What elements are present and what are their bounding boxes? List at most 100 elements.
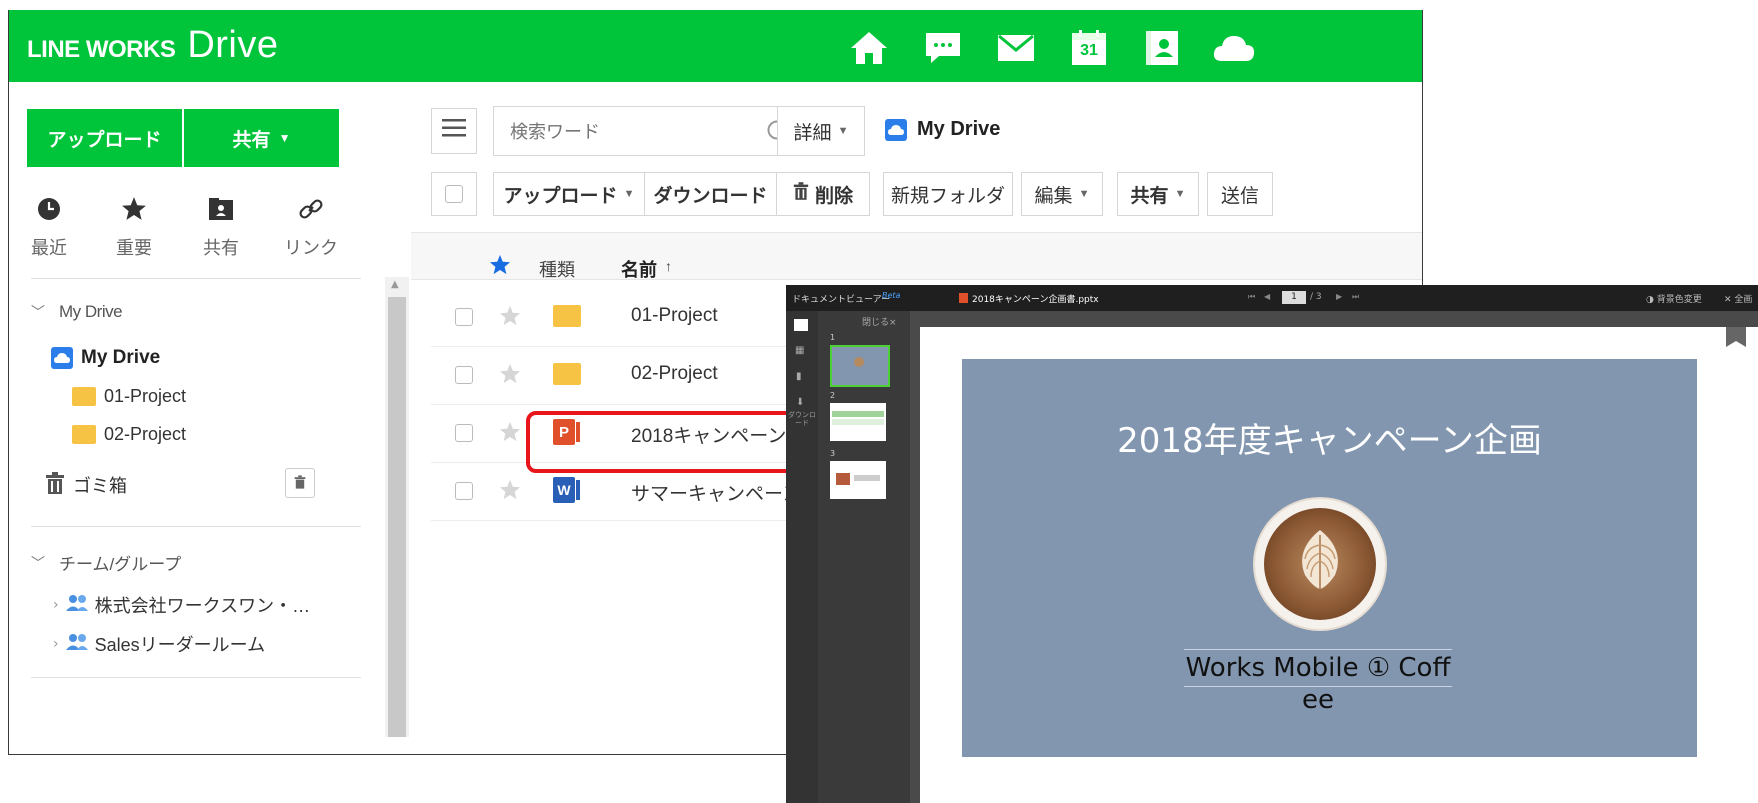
file-name[interactable]: 01-Project <box>631 305 718 327</box>
folder-icon <box>72 425 96 444</box>
page-input[interactable]: 1 <box>1282 291 1306 304</box>
mail-icon[interactable] <box>994 28 1038 68</box>
slide-thumbnail[interactable] <box>830 461 886 499</box>
file-name[interactable]: サマーキャンペーン <box>631 479 801 506</box>
thumb-table <box>832 411 884 417</box>
quick-recent[interactable]: 最近 <box>9 190 89 260</box>
sidebar-item-my-drive[interactable]: My Drive <box>51 347 160 369</box>
column-type[interactable]: 種類 <box>539 256 575 282</box>
app-logo[interactable]: LINE WORKS Drive <box>27 24 279 67</box>
slide-page: 2018年度キャンペーン企画 Works Mobile ① Coff ee <box>920 327 1758 803</box>
thumbnail-view-icon[interactable] <box>794 319 808 331</box>
star-icon[interactable] <box>499 363 521 389</box>
quick-link-label: リンク <box>284 238 338 258</box>
sidebar-scrollbar[interactable]: ▲ <box>385 277 409 737</box>
chevron-down-icon: ▼ <box>623 188 635 200</box>
sidebar-item-folder[interactable]: 01-Project <box>72 386 186 407</box>
calendar-icon[interactable]: 31 <box>1067 28 1111 68</box>
download-icon[interactable]: ⬇ <box>796 397 804 408</box>
breadcrumb-label: My Drive <box>917 118 1001 140</box>
viewer-beta: Beta <box>882 291 901 300</box>
sidebar-upload-button[interactable]: アップロード <box>27 109 182 167</box>
slide-thumbnail[interactable] <box>830 403 886 441</box>
folder-label: 02-Project <box>104 424 187 444</box>
bookmark-ribbon-icon[interactable] <box>1726 327 1746 347</box>
fullscreen-button[interactable]: ✕ 全画 <box>1724 292 1752 305</box>
column-name[interactable]: 名前 <box>621 256 657 282</box>
bg-color-button[interactable]: ◑ 背景色変更 <box>1646 292 1702 305</box>
brand-name: LINE WORKS <box>27 36 176 63</box>
quick-shared[interactable]: 共有 <box>181 190 261 260</box>
thumb-text <box>854 475 880 481</box>
cloud-icon[interactable] <box>1212 28 1256 68</box>
file-name[interactable]: 02-Project <box>631 363 718 385</box>
app-header: LINE WORKS Drive 31 <box>9 10 1422 84</box>
pptx-file-icon <box>959 293 968 303</box>
sidebar-item-team[interactable]: › 株式会社ワークスワン・… <box>53 592 310 618</box>
grid-view-icon[interactable]: ▦ <box>795 345 804 356</box>
chevron-down-icon: ▼ <box>278 131 291 145</box>
breadcrumb[interactable]: My Drive <box>885 118 1000 141</box>
send-button[interactable]: 送信 <box>1207 172 1273 216</box>
star-icon[interactable] <box>499 479 521 505</box>
team-section-toggle[interactable]: ﹀ チーム/グループ <box>31 550 181 575</box>
product-name: Drive <box>187 24 279 66</box>
quick-recent-label: 最近 <box>31 238 67 258</box>
slide-subtitle: Works Mobile ① Coff <box>1184 649 1452 687</box>
first-page-icon[interactable]: ⏮ <box>1248 292 1255 302</box>
word-icon-strip <box>576 480 580 500</box>
sidebar: アップロード 共有 ▼ 最近 重要 共有 リンク ﹀ My Drive My D… <box>9 82 412 754</box>
edit-dropdown[interactable]: 編集 ▼ <box>1021 172 1103 216</box>
sidebar-divider <box>31 278 361 279</box>
share-dropdown[interactable]: 共有 ▼ <box>1117 172 1199 216</box>
thumb-number: 1 <box>830 333 836 342</box>
sidebar-item-team[interactable]: › Salesリーダールーム <box>53 631 265 657</box>
sidebar-item-folder[interactable]: 02-Project <box>72 424 186 445</box>
home-icon[interactable] <box>847 28 891 68</box>
slide-thumbnail[interactable] <box>830 345 890 387</box>
scroll-up-icon[interactable]: ▲ <box>391 279 399 290</box>
calendar-day: 31 <box>1080 42 1098 59</box>
thumb-coffee <box>854 357 864 367</box>
viewer-canvas: 2018年度キャンペーン企画 Works Mobile ① Coff ee <box>910 311 1758 803</box>
close-thumbnails-button[interactable]: 閉じる× <box>862 315 897 328</box>
sidebar-item-trash[interactable]: ゴミ箱 <box>45 472 127 498</box>
star-icon[interactable] <box>499 305 521 331</box>
thumb-table <box>832 419 884 425</box>
sidebar-upload-label: アップロード <box>47 129 162 151</box>
folder-icon <box>553 363 581 385</box>
bookmark-icon[interactable]: ▮ <box>796 371 802 382</box>
quick-important[interactable]: 重要 <box>94 190 174 260</box>
empty-trash-button[interactable] <box>285 468 315 498</box>
new-folder-button[interactable]: 新規フォルダ <box>883 172 1013 216</box>
my-drive-section-toggle[interactable]: ﹀ My Drive <box>31 302 123 322</box>
send-label: 送信 <box>1220 185 1259 207</box>
select-all-checkbox[interactable] <box>445 185 463 203</box>
search-input[interactable] <box>494 107 792 157</box>
chevron-down-icon: ▼ <box>1174 188 1186 200</box>
upload-button[interactable]: アップロード ▼ <box>493 172 645 216</box>
sidebar-share-button[interactable]: 共有 ▼ <box>184 109 339 167</box>
quick-link[interactable]: リンク <box>271 190 351 260</box>
select-all-checkbox-wrapper[interactable] <box>431 172 477 216</box>
row-checkbox[interactable] <box>455 424 473 442</box>
sidebar-divider <box>31 677 361 678</box>
row-checkbox[interactable] <box>455 482 473 500</box>
chevron-right-icon: › <box>53 597 59 613</box>
menu-toggle-button[interactable] <box>431 108 477 154</box>
chat-icon[interactable] <box>921 28 965 68</box>
row-checkbox[interactable] <box>455 308 473 326</box>
last-page-icon[interactable]: ⏭ <box>1352 292 1359 302</box>
prev-page-icon[interactable]: ◀ <box>1264 292 1270 301</box>
row-checkbox[interactable] <box>455 366 473 384</box>
chevron-down-icon: ▼ <box>837 125 849 137</box>
star-icon[interactable] <box>499 421 521 447</box>
delete-button[interactable]: 削除 <box>776 172 870 216</box>
contacts-icon[interactable] <box>1140 28 1184 68</box>
next-page-icon[interactable]: ▶ <box>1336 292 1342 301</box>
sidebar-scroll-thumb[interactable] <box>388 297 406 737</box>
chevron-down-icon: ﹀ <box>31 305 45 321</box>
search-detail-dropdown[interactable]: 詳細 ▼ <box>777 106 865 156</box>
download-button[interactable]: ダウンロード <box>644 172 777 216</box>
star-column-icon[interactable] <box>489 254 511 280</box>
